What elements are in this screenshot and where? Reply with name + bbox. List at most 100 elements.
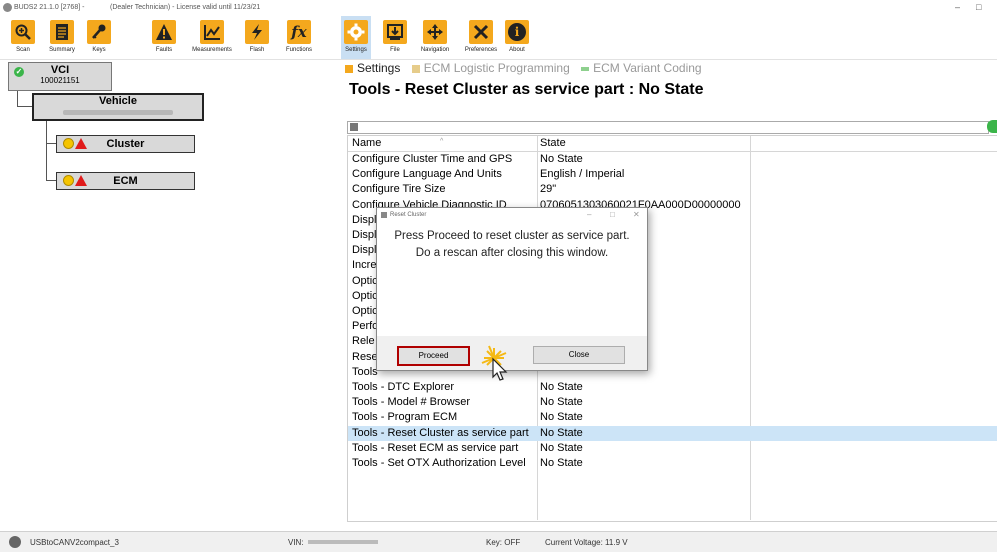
- table-row[interactable]: Configure Cluster Time and GPS No State: [348, 152, 997, 167]
- ok-check-icon: ✓: [14, 67, 24, 77]
- toolbar-summary-button[interactable]: Summary: [42, 16, 82, 59]
- dialog-close-icon[interactable]: ✕: [633, 210, 640, 219]
- license-text: (Dealer Technician) - License valid unti…: [110, 4, 261, 11]
- ecm-status-icons: [63, 175, 87, 186]
- usb-adapter-icon: [9, 536, 21, 548]
- table-row[interactable]: Tools - Reset Cluster as service part No …: [348, 425, 997, 441]
- dialog-message-line1: Press Proceed to reset cluster as servic…: [394, 230, 630, 242]
- column-header-state[interactable]: State: [540, 136, 566, 151]
- app-icon: [3, 3, 12, 12]
- toolbar-flash-button[interactable]: Flash: [242, 16, 272, 59]
- table-row[interactable]: Tools - Model # Browser No State: [348, 395, 997, 410]
- chart-icon: [200, 20, 224, 44]
- tree-node-cluster[interactable]: Cluster: [56, 135, 195, 153]
- key-icon: [87, 20, 111, 44]
- row-state: No State: [540, 441, 583, 454]
- magnifier-icon: [11, 20, 35, 44]
- flash-icon: [245, 20, 269, 44]
- dialog-maximize-button[interactable]: □: [610, 210, 615, 219]
- toolbar-settings-label: Settings: [345, 47, 367, 53]
- vin-redacted: [308, 540, 378, 544]
- tab-ecm-variant-coding[interactable]: ECM Variant Coding: [581, 61, 706, 75]
- tree-connector: [17, 106, 33, 107]
- minimize-button[interactable]: –: [955, 2, 960, 12]
- row-state: English / Imperial: [540, 168, 625, 181]
- row-name: Displ: [352, 229, 377, 241]
- table-row[interactable]: Tools - Reset ECM as service part No Stat…: [348, 441, 997, 456]
- cluster-status-icons: [63, 138, 87, 149]
- dialog-minimize-button[interactable]: –: [587, 210, 591, 219]
- tree-node-ecm[interactable]: ECM: [56, 172, 195, 190]
- dialog-title-bar: Reset Cluster – □ ✕: [377, 208, 647, 222]
- row-name: Rele: [352, 335, 375, 348]
- toolbar-measurements-label: Measurements: [192, 47, 232, 53]
- tree-node-vehicle[interactable]: Vehicle: [32, 93, 204, 121]
- toolbar-keys-button[interactable]: Keys: [84, 16, 114, 59]
- row-name: Optic: [352, 289, 378, 302]
- status-dot-icon: [63, 138, 74, 149]
- download-icon: [383, 20, 407, 44]
- proceed-button[interactable]: Proceed: [397, 346, 470, 366]
- row-name: Displ: [352, 213, 377, 226]
- vci-id: 100021151: [40, 76, 80, 85]
- row-name: Tools - Reset ECM as service part: [352, 441, 519, 454]
- window-title: BUDS2 21.1.0 [2768] -: [14, 4, 85, 11]
- row-state: No State: [540, 153, 583, 165]
- search-go-button[interactable]: [987, 120, 997, 133]
- toolbar-about-button[interactable]: i About: [502, 16, 532, 59]
- cluster-name: Cluster: [106, 138, 145, 150]
- tab-settings[interactable]: Settings: [345, 61, 404, 75]
- search-icon: [350, 123, 358, 131]
- dialog-app-icon: [381, 212, 387, 218]
- table-row[interactable]: Configure Tire Size 29": [348, 182, 997, 197]
- toolbar-settings-button[interactable]: Settings: [341, 16, 371, 59]
- row-name: Tools: [352, 365, 378, 378]
- status-dot-icon: [63, 175, 74, 186]
- row-name: Configure Cluster Time and GPS: [352, 153, 513, 165]
- toolbar-faults-button[interactable]: Faults: [150, 16, 178, 59]
- row-name: Tools - DTC Explorer: [352, 381, 455, 393]
- click-highlight-icon: [481, 345, 508, 381]
- toolbar-file-button[interactable]: File: [380, 16, 410, 59]
- toolbar-navigation-button[interactable]: Navigation: [418, 16, 452, 59]
- row-name: Displ: [352, 244, 377, 257]
- maximize-button[interactable]: □: [976, 2, 981, 12]
- row-state: No State: [540, 381, 583, 393]
- row-name: Tools - Model # Browser: [352, 396, 470, 409]
- table-row[interactable]: Configure Language And Units English / Im…: [348, 167, 997, 182]
- fx-icon: fx: [287, 20, 311, 44]
- table-row[interactable]: Tools - DTC Explorer No State: [348, 380, 997, 395]
- table-row[interactable]: Tools - Program ECM No State: [348, 410, 997, 425]
- tree-connector: [17, 90, 18, 107]
- tab-ecm-variant-label: ECM Variant Coding: [593, 61, 702, 75]
- search-input[interactable]: [347, 121, 989, 134]
- table-row[interactable]: Tools - Set OTX Authorization Level No St…: [348, 456, 997, 471]
- gear-icon: [344, 20, 368, 44]
- column-header-name[interactable]: Name: [352, 136, 381, 151]
- toolbar-preferences-button[interactable]: Preferences: [460, 16, 502, 59]
- toolbar-measurements-button[interactable]: Measurements: [188, 16, 236, 59]
- toolbar-navigation-label: Navigation: [420, 47, 450, 53]
- voltage-status: Current Voltage: 11.9 V: [545, 538, 628, 547]
- toolbar: Scan Summary Keys Faults Measurements Fl…: [0, 16, 997, 60]
- fx-glyph: fx: [291, 23, 307, 41]
- toolbar-scan-button[interactable]: Scan: [6, 16, 40, 59]
- toolbar-scan-label: Scan: [16, 47, 30, 53]
- document-icon: [50, 20, 74, 44]
- info-icon: i: [505, 20, 529, 44]
- tab-ecm-logistic-programming[interactable]: ECM Logistic Programming: [411, 61, 574, 75]
- row-name: Tools - Set OTX Authorization Level: [352, 457, 526, 469]
- table-header: Name ^ State: [348, 136, 997, 151]
- row-name: Optic: [352, 305, 378, 317]
- row-state: No State: [540, 396, 583, 409]
- info-glyph: i: [508, 23, 526, 41]
- row-state: No State: [540, 457, 583, 469]
- row-state: 29": [540, 183, 557, 196]
- toolbar-functions-button[interactable]: fx Functions: [282, 16, 316, 59]
- toolbar-summary-label: Summary: [49, 47, 75, 53]
- tab-bar: Settings ECM Logistic Programming ECM Va…: [345, 61, 710, 75]
- tree-node-vci[interactable]: ✓ VCI 100021151: [8, 62, 112, 91]
- row-name: Optic: [352, 274, 378, 287]
- status-bar: USBtoCANV2compact_3 VIN: Key: OFF Curren…: [0, 531, 997, 552]
- close-button[interactable]: Close: [533, 346, 625, 364]
